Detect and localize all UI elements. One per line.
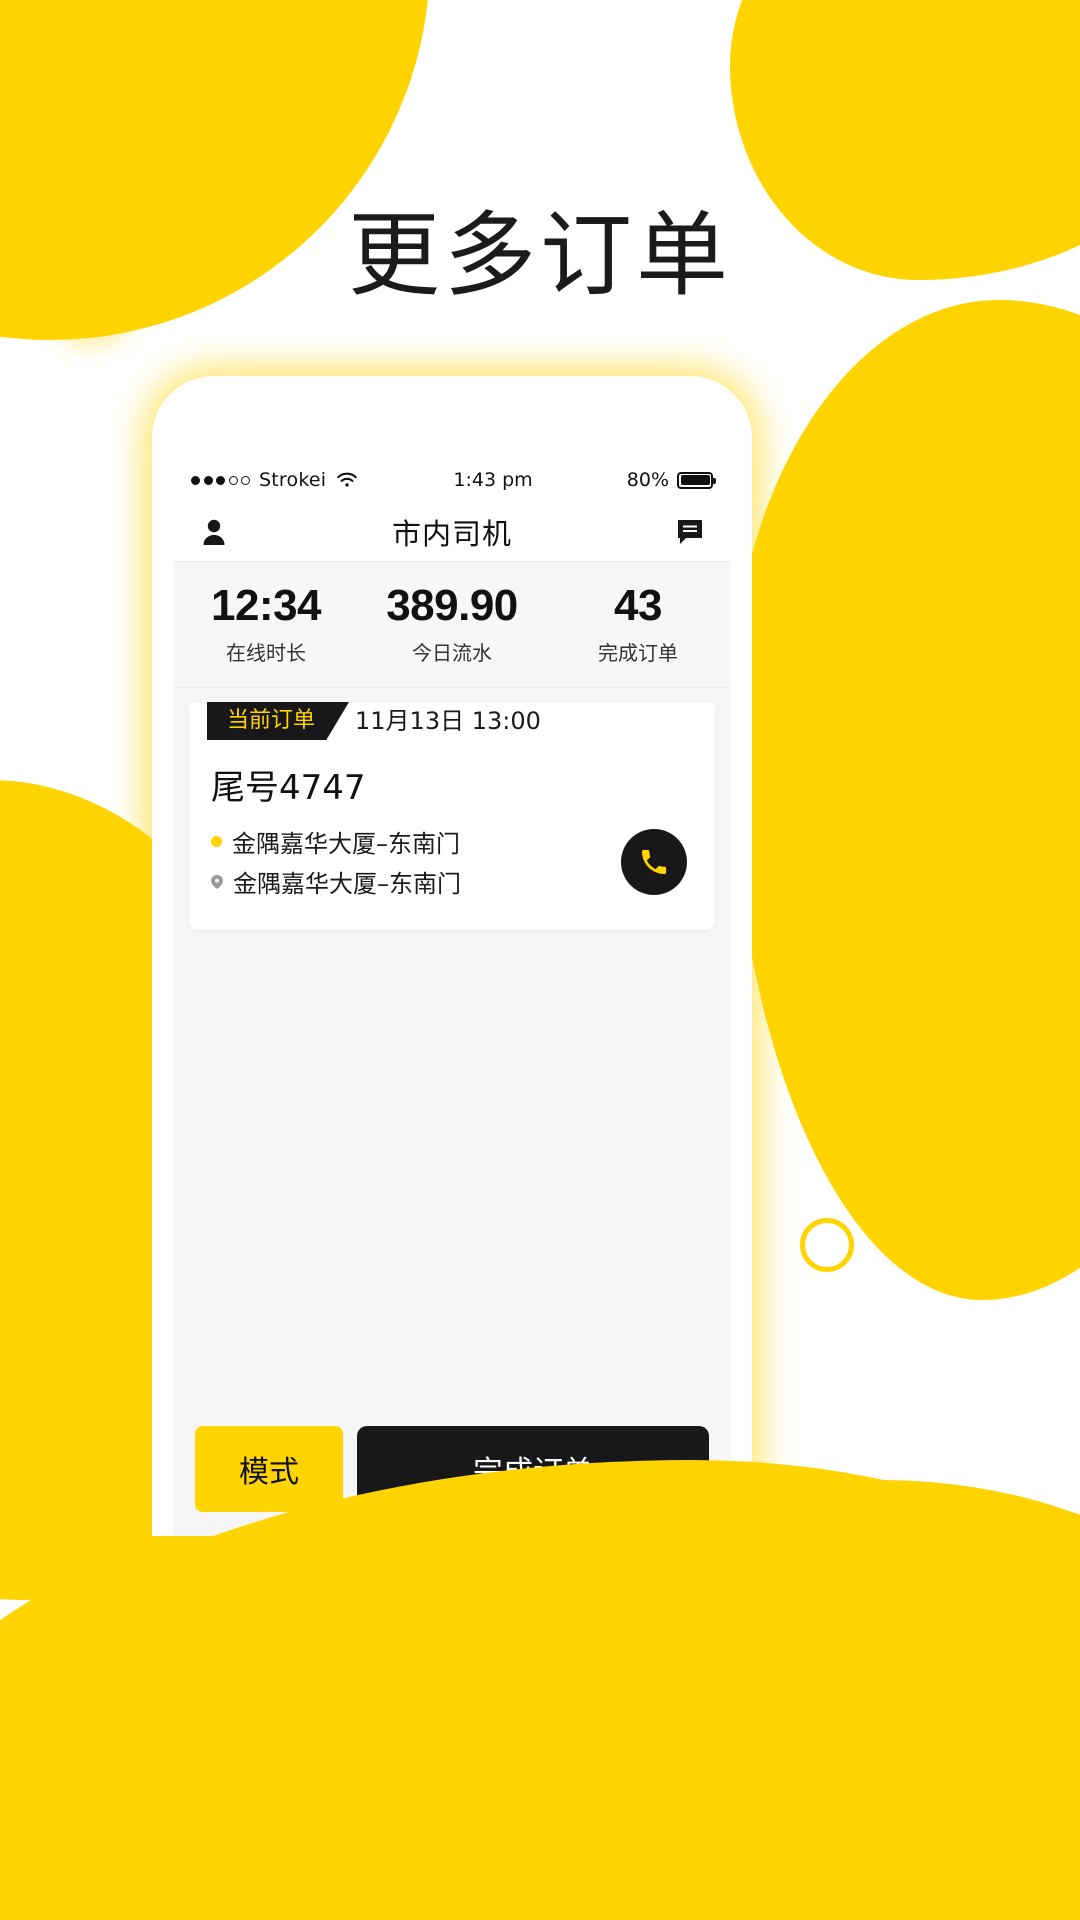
primary-action-button[interactable]: 完成订单 bbox=[357, 1426, 709, 1512]
stat-completed-orders: 43 完成订单 bbox=[545, 580, 731, 666]
page-title: 更多订单 bbox=[347, 202, 732, 309]
order-addresses: 金隅嘉华大厦–东南门 金隅嘉华大厦–东南门 bbox=[211, 819, 621, 904]
yellow-blob-right bbox=[730, 300, 1080, 1300]
message-icon[interactable] bbox=[671, 513, 709, 551]
phone-icon bbox=[642, 849, 667, 874]
mode-button[interactable]: 模式 bbox=[195, 1426, 343, 1512]
order-address-block: 金隅嘉华大厦–东南门 金隅嘉华大厦–东南门 bbox=[189, 819, 715, 904]
bottom-action-bar: 模式 完成订单 bbox=[173, 1424, 731, 1536]
destination-address-row: 金隅嘉华大厦–东南门 bbox=[211, 864, 621, 899]
app-navbar: 市内司机 bbox=[173, 502, 731, 562]
pickup-dot-icon bbox=[211, 836, 222, 847]
order-card-header: 当前订单 11月13日 13:00 bbox=[189, 702, 715, 746]
status-badge: 当前订单 bbox=[207, 702, 350, 740]
navbar-title: 市内司机 bbox=[391, 516, 512, 551]
stat-value: 389.90 bbox=[386, 580, 518, 630]
stat-label: 在线时长 bbox=[226, 641, 306, 666]
battery-percent-label: 80% bbox=[626, 469, 669, 491]
pickup-address-row: 金隅嘉华大厦–东南门 bbox=[211, 824, 621, 859]
battery-icon bbox=[677, 471, 716, 489]
status-bar-left: Strokei bbox=[191, 469, 359, 491]
stat-today-revenue: 389.90 今日流水 bbox=[359, 580, 545, 666]
pickup-address-label: 金隅嘉华大厦–东南门 bbox=[232, 830, 460, 858]
person-icon[interactable] bbox=[195, 513, 233, 551]
phone-screen: Strokei 1:43 pm 80% 市内司机 12:34 在线时长 389.… bbox=[173, 458, 731, 1536]
stat-label: 今日流水 bbox=[412, 641, 492, 666]
status-bar: Strokei 1:43 pm 80% bbox=[173, 458, 731, 502]
current-order-card[interactable]: 当前订单 11月13日 13:00 尾号4747 金隅嘉华大厦–东南门 金隅嘉华… bbox=[189, 702, 715, 930]
squiggle-icon bbox=[140, 106, 243, 155]
stat-value: 43 bbox=[614, 580, 662, 630]
destination-address-label: 金隅嘉华大厦–东南门 bbox=[233, 870, 461, 898]
stat-value: 12:34 bbox=[210, 580, 322, 630]
stat-label: 完成订单 bbox=[598, 641, 678, 666]
ring-decoration bbox=[800, 1218, 854, 1272]
signal-strength-icon bbox=[191, 475, 250, 485]
phone-mockup: Strokei 1:43 pm 80% 市内司机 12:34 在线时长 389.… bbox=[152, 376, 752, 1536]
wifi-icon bbox=[337, 472, 358, 487]
location-pin-icon bbox=[211, 874, 223, 889]
status-bar-time: 1:43 pm bbox=[453, 469, 533, 491]
stat-online-duration: 12:34 在线时长 bbox=[173, 580, 359, 666]
call-button[interactable] bbox=[621, 828, 687, 895]
stats-row: 12:34 在线时长 389.90 今日流水 43 完成订单 bbox=[173, 562, 731, 688]
screen-content: 当前订单 11月13日 13:00 尾号4747 金隅嘉华大厦–东南门 金隅嘉华… bbox=[173, 688, 731, 1536]
order-time: 11月13日 13:00 bbox=[355, 707, 541, 735]
status-bar-right: 80% bbox=[626, 469, 716, 491]
carrier-label: Strokei bbox=[259, 469, 327, 491]
order-plate-number: 尾号4747 bbox=[211, 768, 366, 808]
